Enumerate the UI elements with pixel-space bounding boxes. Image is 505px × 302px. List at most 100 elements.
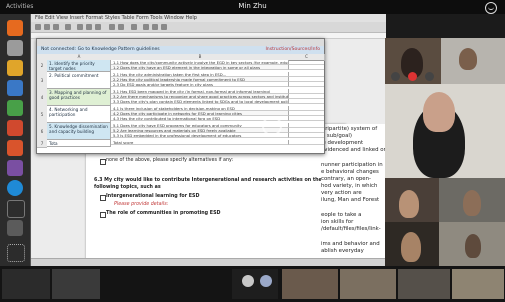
row-number[interactable]: 3	[37, 72, 47, 90]
participant-face	[465, 234, 481, 258]
software-icon[interactable]	[7, 140, 23, 156]
participant-face	[463, 190, 481, 216]
video-tile[interactable]	[441, 38, 505, 84]
info-bar-right[interactable]: Instruction/Sources/Info	[265, 46, 320, 54]
category-cell[interactable]: Tota	[47, 140, 111, 147]
score-cell[interactable]	[289, 82, 324, 87]
image-icon[interactable]	[152, 24, 158, 30]
calc-icon[interactable]	[7, 100, 23, 116]
row-number[interactable]: 7	[37, 140, 47, 148]
participant-face	[399, 190, 419, 218]
copy-icon[interactable]	[86, 24, 92, 30]
save-icon[interactable]	[53, 24, 59, 30]
category-cell[interactable]: 3. Mapping and planning of good practice…	[47, 89, 111, 106]
new-icon[interactable]	[35, 24, 41, 30]
undo-icon[interactable]	[109, 24, 115, 30]
category-cell[interactable]: 1. Identify the priority target nodes	[47, 60, 111, 72]
participant-thumb[interactable]	[340, 269, 396, 299]
video-tile[interactable]	[385, 222, 439, 266]
doc-line: Please provide details:	[114, 202, 169, 207]
open-icon[interactable]	[44, 24, 50, 30]
score-cell[interactable]	[289, 65, 324, 70]
doc-right-line: eople to take a	[321, 212, 362, 218]
sheet-grid[interactable]: A B C 2 1. Identify the priority target n…	[37, 54, 325, 153]
doc-right-line: G sub/goal)	[321, 133, 352, 139]
avatar	[260, 275, 272, 287]
participant-thumb[interactable]	[232, 269, 278, 299]
video-tile[interactable]	[385, 38, 441, 84]
question-cell[interactable]: 1.2 Does the city have an ESD element in…	[111, 65, 289, 70]
participant-face	[459, 48, 477, 70]
toolbar	[31, 22, 386, 33]
help-icon[interactable]	[7, 160, 23, 176]
video-tile[interactable]	[439, 222, 505, 266]
video-tile[interactable]	[385, 178, 439, 222]
writer-icon[interactable]	[7, 80, 23, 96]
avatar	[242, 275, 254, 287]
score-cell[interactable]	[289, 140, 324, 145]
video-tile[interactable]	[439, 178, 505, 222]
participant-thumb[interactable]	[282, 269, 338, 299]
skype-icon[interactable]	[7, 180, 23, 196]
doc-right-line: nunner participation in	[321, 162, 383, 168]
row-number[interactable]: 6	[37, 123, 47, 141]
rhythmbox-icon[interactable]	[7, 60, 23, 76]
impress-icon[interactable]	[7, 120, 23, 136]
emoji-icon[interactable]	[485, 2, 497, 14]
menu-bar[interactable]: File Edit View Insert Format Styles Tabl…	[31, 14, 386, 22]
find-icon[interactable]	[131, 24, 137, 30]
doc-line: Intergenerational learning for ESD	[106, 194, 200, 199]
camera-icon[interactable]	[425, 72, 434, 81]
score-cell[interactable]	[289, 99, 324, 104]
participant-thumb[interactable]	[398, 269, 450, 299]
question-cell[interactable]: 2.3 Do ESD goals and/or targets feature …	[111, 82, 289, 87]
doc-right-line: /default/files/files/link-	[321, 226, 381, 232]
files-icon[interactable]	[7, 40, 23, 56]
category-cell[interactable]: 2. Political commitment	[47, 72, 111, 89]
active-speaker-tile[interactable]	[385, 84, 505, 178]
table-icon[interactable]	[143, 24, 149, 30]
mute-icon[interactable]	[391, 72, 400, 81]
question-cell[interactable]: 3.3 Does the city's plan contain ESD ele…	[111, 99, 289, 104]
redo-icon[interactable]	[118, 24, 124, 30]
doc-right-line: very action are	[321, 190, 362, 196]
doc-line: The role of communities in promoting ESD	[106, 211, 221, 216]
spreadsheet-window: Not connected: Go to Knowledge Pattern g…	[36, 38, 325, 154]
window-title: Min Zhu	[238, 2, 267, 10]
doc-line: none of the above, please specify altern…	[106, 158, 234, 163]
info-bar-left[interactable]: Not connected: Go to Knowledge Pattern g…	[41, 46, 160, 54]
score-cell[interactable]	[289, 116, 324, 121]
doc-right-line: le development	[321, 140, 364, 146]
terminal-icon[interactable]	[7, 200, 25, 218]
category-cell[interactable]: 4. Networking and participation	[47, 106, 111, 123]
doc-right-line: ion skills for	[321, 219, 354, 225]
row-number[interactable]: 5	[37, 106, 47, 124]
participant-thumb[interactable]	[52, 269, 100, 299]
end-call-icon[interactable]	[408, 72, 417, 81]
participant-thumb[interactable]	[2, 269, 50, 299]
score-cell[interactable]	[289, 133, 324, 138]
doc-line: 6.3 My city would like to contribute Int…	[94, 178, 322, 183]
paste-icon[interactable]	[95, 24, 101, 30]
doc-right-line: contrary, an open-	[321, 176, 371, 182]
category-cell[interactable]: 5. Knowledge dissemination and capacity …	[47, 123, 111, 140]
chart-icon[interactable]	[161, 24, 167, 30]
question-cell[interactable]: Total score	[111, 140, 289, 145]
row-number[interactable]: 4	[37, 89, 47, 107]
doc-right-line: ims and behavior and	[321, 241, 380, 247]
doc-right-line: ablish everyday	[321, 248, 364, 254]
settings-icon[interactable]	[7, 220, 23, 236]
doc-right-line: (tripartite) system of	[321, 126, 378, 132]
application-dock	[0, 14, 30, 266]
document-right-text: (tripartite) system of G sub/goal) le de…	[321, 124, 387, 266]
print-icon[interactable]	[65, 24, 71, 30]
show-apps-icon[interactable]	[7, 244, 25, 262]
participant-thumb[interactable]	[452, 269, 504, 299]
activities-button[interactable]: Activities	[6, 3, 33, 10]
doc-right-line: ilung, Man and Forest	[321, 197, 380, 203]
doc-right-line: ovidenced and linked on	[321, 147, 387, 153]
system-top-bar: Activities Min Zhu	[0, 0, 505, 14]
cut-icon[interactable]	[77, 24, 83, 30]
question-cell[interactable]: 5.3 Is ESD embedded in the professional …	[111, 133, 289, 138]
firefox-icon[interactable]	[7, 20, 23, 36]
